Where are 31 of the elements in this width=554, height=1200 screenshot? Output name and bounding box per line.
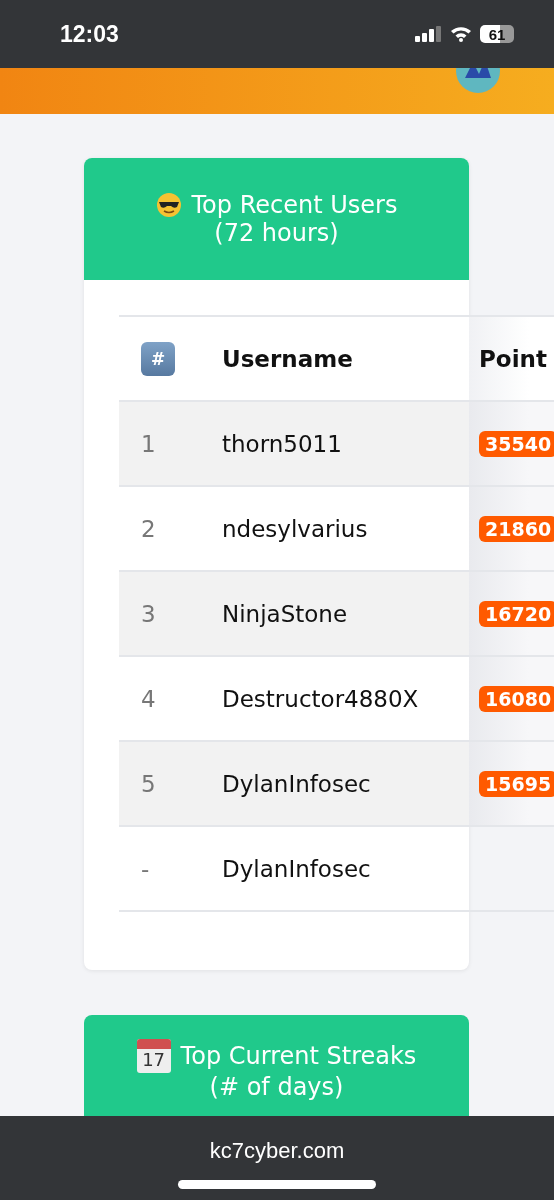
- username-text: NinjaStone: [222, 600, 348, 627]
- hash-keycap-icon: #: [141, 341, 175, 376]
- points-badge: 16720: [479, 600, 554, 627]
- points-badge: 35540: [479, 430, 554, 457]
- rank-text: -: [141, 855, 150, 882]
- username-text: thorn5011: [222, 430, 342, 457]
- rank-text: 4: [141, 685, 156, 712]
- username-text: ndesylvarius: [222, 515, 368, 542]
- column-header[interactable]: Point: [479, 345, 547, 372]
- points-badge: 21860: [479, 515, 554, 542]
- rank-text: 3: [141, 600, 156, 627]
- rank-text: 1: [141, 430, 156, 457]
- card-subtitle: (# of days): [209, 1073, 344, 1101]
- card-title: Top Current Streaks: [180, 1042, 417, 1070]
- signal-icon: [415, 26, 442, 42]
- points-badge: 16080: [479, 685, 554, 712]
- calendar-icon: 17: [136, 1039, 171, 1073]
- card-subtitle: (72 hours): [214, 219, 339, 247]
- column-header[interactable]: Username: [222, 345, 353, 372]
- rank-text: 5: [141, 770, 156, 797]
- username-text: DylanInfosec: [222, 855, 371, 882]
- status-time: 12:03: [60, 20, 119, 48]
- username-text: Destructor4880X: [222, 685, 419, 712]
- card-title: Top Recent Users: [191, 191, 398, 219]
- username-text: DylanInfosec: [222, 770, 371, 797]
- points-badge: 15695: [479, 770, 554, 797]
- rank-text: 2: [141, 515, 156, 542]
- wifi-icon: [450, 26, 472, 42]
- battery-icon: 61: [480, 25, 514, 43]
- sunglasses-emoji-icon: [155, 192, 182, 218]
- url-text[interactable]: kc7cyber.com: [209, 1138, 345, 1164]
